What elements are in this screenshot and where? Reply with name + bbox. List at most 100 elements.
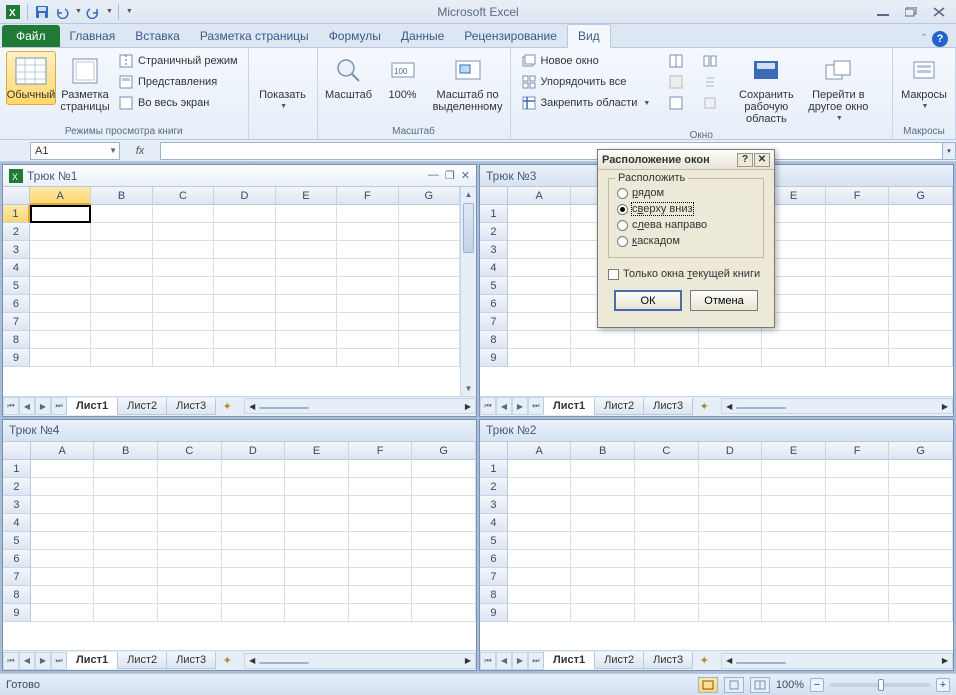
row-header[interactable]: 4 [480,514,508,532]
undo-dropdown-icon[interactable]: ▼ [75,8,82,15]
cell[interactable] [635,604,699,622]
cell[interactable] [337,277,398,295]
cell[interactable] [153,277,214,295]
cell[interactable] [276,313,337,331]
row-header[interactable]: 5 [480,277,508,295]
cell[interactable] [571,331,635,349]
column-header[interactable]: E [276,187,337,205]
cell[interactable] [508,223,572,241]
cell[interactable] [285,586,349,604]
row-header[interactable]: 1 [3,460,31,478]
cell[interactable] [349,550,413,568]
cell[interactable] [153,331,214,349]
cell[interactable] [276,277,337,295]
cell[interactable] [699,496,763,514]
cell[interactable] [30,331,91,349]
row-header[interactable]: 7 [3,313,30,331]
cell[interactable] [635,496,699,514]
cell[interactable] [762,586,826,604]
cell[interactable] [635,514,699,532]
row-header[interactable]: 9 [3,349,30,367]
cell[interactable] [94,586,158,604]
row-header[interactable]: 7 [3,568,31,586]
cell[interactable] [337,241,398,259]
new-window-button[interactable]: Новое окно [517,51,655,71]
workbook-restore-button[interactable]: ❐ [445,169,455,182]
cell[interactable] [91,313,152,331]
column-header[interactable]: A [30,187,91,205]
cell[interactable] [94,604,158,622]
vertical-scrollbar[interactable]: ▲▼ [460,187,476,396]
sheet-nav-button[interactable]: ◀ [496,397,512,415]
cell[interactable] [571,586,635,604]
column-header[interactable]: E [285,442,349,460]
cell[interactable] [826,259,890,277]
row-header[interactable]: 1 [480,205,508,223]
zoom-slider[interactable] [830,683,930,687]
cell[interactable] [31,460,95,478]
workbook-titlebar[interactable]: Трюк №4 [3,420,476,442]
row-header[interactable]: 8 [3,586,31,604]
row-header[interactable]: 3 [3,241,30,259]
sheet-tab[interactable]: Лист3 [166,652,216,669]
sync-scroll-button[interactable] [698,72,722,92]
cell[interactable] [91,241,152,259]
sheet-tab[interactable]: Лист1 [66,652,118,669]
ribbon-tab-Главная[interactable]: Главная [60,25,126,47]
cell[interactable] [153,241,214,259]
cell[interactable] [94,514,158,532]
switch-windows-button[interactable]: Перейти в другое окно ▼ [802,51,874,127]
cell[interactable] [30,295,91,313]
cell[interactable] [337,259,398,277]
cell[interactable] [412,586,476,604]
cell[interactable] [222,514,286,532]
cell[interactable] [31,532,95,550]
column-header[interactable]: D [222,442,286,460]
cell[interactable] [571,496,635,514]
cell[interactable] [91,331,152,349]
cell[interactable] [508,460,572,478]
cell[interactable] [412,496,476,514]
cell[interactable] [889,550,953,568]
cell[interactable] [222,478,286,496]
insert-function-button[interactable]: fx [120,145,160,157]
cell[interactable] [30,205,92,223]
new-sheet-button[interactable]: ✦ [693,400,715,413]
cell[interactable] [826,295,890,313]
cell[interactable] [153,259,214,277]
column-header[interactable]: A [508,442,572,460]
cell[interactable] [412,550,476,568]
cell[interactable] [30,313,91,331]
cell[interactable] [635,349,699,367]
ribbon-tab-Вставка[interactable]: Вставка [125,25,190,47]
row-header[interactable]: 5 [3,277,30,295]
sheet-nav-button[interactable]: ⏭ [528,397,544,415]
cell[interactable] [571,460,635,478]
cell[interactable] [214,295,275,313]
cell[interactable] [699,349,763,367]
cell[interactable] [91,259,152,277]
cell[interactable] [349,532,413,550]
cell[interactable] [285,550,349,568]
cell[interactable] [889,496,953,514]
row-header[interactable]: 1 [480,460,508,478]
sheet-nav-button[interactable]: ⏭ [51,652,67,670]
row-header[interactable]: 3 [480,241,508,259]
cell[interactable] [826,313,890,331]
row-header[interactable]: 5 [3,532,31,550]
cell[interactable] [399,295,460,313]
cell[interactable] [412,532,476,550]
cell[interactable] [399,205,460,223]
name-box[interactable]: A1▼ [30,142,120,160]
column-header[interactable]: G [399,187,460,205]
cell[interactable] [214,349,275,367]
cell[interactable] [158,478,222,496]
cell[interactable] [571,514,635,532]
cell[interactable] [889,586,953,604]
cell[interactable] [349,514,413,532]
cell[interactable] [826,532,890,550]
cell[interactable] [762,460,826,478]
cell[interactable] [349,460,413,478]
cell[interactable] [699,478,763,496]
cell[interactable] [285,478,349,496]
